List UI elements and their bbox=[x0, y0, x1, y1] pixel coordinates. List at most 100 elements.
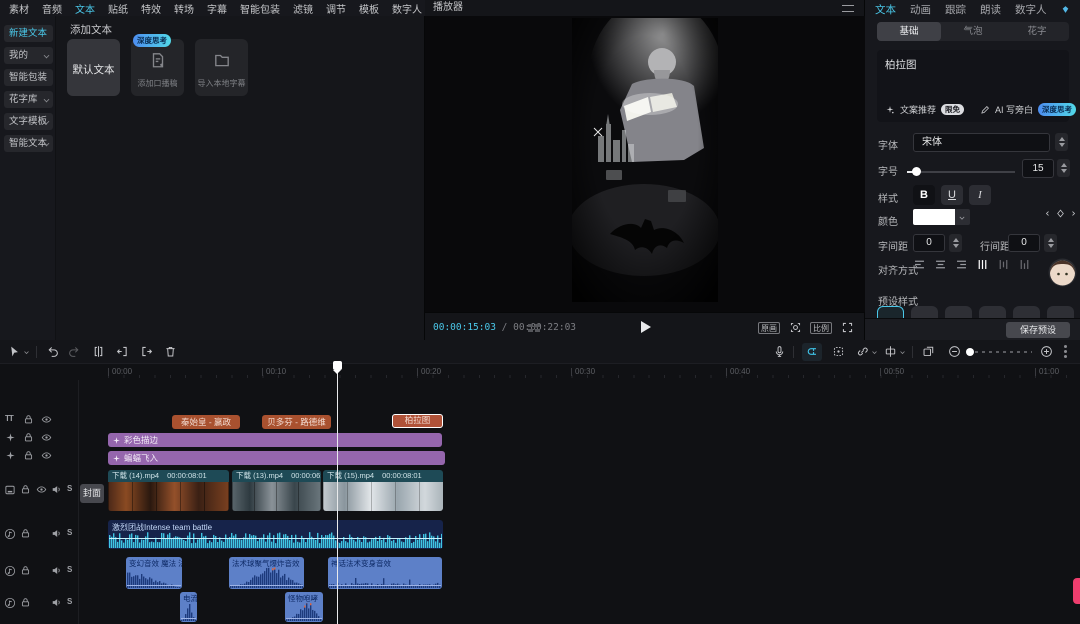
main-track-magnet-icon[interactable] bbox=[805, 345, 818, 358]
nav-new-text[interactable]: 新建文本 bbox=[4, 25, 53, 42]
menu-effects[interactable]: 特效 bbox=[141, 1, 161, 16]
subtab-fancy[interactable]: 花字 bbox=[1005, 22, 1069, 41]
redo-icon[interactable] bbox=[68, 345, 81, 358]
line-spacing-box[interactable]: 0 bbox=[1008, 234, 1040, 252]
tab-tracking[interactable]: 跟踪 bbox=[945, 2, 966, 17]
diamond-icon[interactable] bbox=[1056, 209, 1065, 218]
size-stepper[interactable] bbox=[1057, 159, 1070, 177]
tab-digital-human[interactable]: 数字人 bbox=[1015, 2, 1047, 17]
undo-icon[interactable] bbox=[46, 345, 59, 358]
subtab-bubble[interactable]: 气泡 bbox=[941, 22, 1005, 41]
letter-spacing-box[interactable]: 0 bbox=[913, 234, 945, 252]
valign-middle-icon[interactable] bbox=[997, 258, 1010, 271]
cover-button[interactable]: 封面 bbox=[80, 484, 104, 503]
sfx-clip[interactable]: 电流 bbox=[180, 592, 197, 622]
delete-icon[interactable] bbox=[164, 345, 177, 358]
auto-snap-icon[interactable] bbox=[832, 345, 845, 358]
video-clip[interactable]: 下载 (13).mp400:00:06:01 bbox=[232, 470, 321, 511]
eye-icon[interactable] bbox=[41, 450, 52, 461]
eye-icon[interactable] bbox=[36, 484, 47, 495]
tab-animation[interactable]: 动画 bbox=[910, 2, 931, 17]
sfx-clip[interactable]: 神话法术变身音效 bbox=[328, 557, 442, 589]
effect-clip[interactable]: 彩色描边 bbox=[108, 433, 442, 447]
bold-button[interactable]: B bbox=[913, 185, 935, 205]
subtab-basic[interactable]: 基础 bbox=[877, 22, 941, 41]
solo-button[interactable]: S bbox=[67, 484, 72, 493]
record-audio-icon[interactable] bbox=[773, 345, 786, 358]
lock-icon[interactable] bbox=[23, 450, 34, 461]
valign-top-icon[interactable] bbox=[976, 258, 989, 271]
next-style-icon[interactable] bbox=[1069, 209, 1078, 218]
sfx-clip[interactable]: 法术球聚气爆炸音效 bbox=[229, 557, 304, 589]
menu-text[interactable]: 文本 bbox=[75, 1, 95, 16]
text-clip[interactable]: 贝多芬 - 路德维 bbox=[262, 415, 331, 429]
nav-smart-text[interactable]: 智能文本 bbox=[4, 135, 53, 152]
lock-icon[interactable] bbox=[23, 432, 34, 443]
menu-transitions[interactable]: 转场 bbox=[174, 1, 194, 16]
quality-button[interactable]: 原画 bbox=[758, 322, 780, 334]
player-menu-icon[interactable] bbox=[842, 5, 854, 12]
menu-adjust[interactable]: 调节 bbox=[326, 1, 346, 16]
lock-icon[interactable] bbox=[20, 484, 31, 495]
ratio-button[interactable]: 比例 bbox=[810, 322, 832, 334]
import-subtitle-card[interactable]: 导入本地字幕 bbox=[195, 39, 248, 96]
zoom-out-icon[interactable] bbox=[948, 345, 961, 358]
speaker-icon[interactable] bbox=[51, 528, 62, 539]
segments-icon[interactable] bbox=[528, 324, 542, 332]
letter-spacing-stepper[interactable] bbox=[949, 234, 962, 252]
feedback-tab[interactable] bbox=[1073, 578, 1080, 604]
music-clip[interactable]: 激烈团战Intense team battle bbox=[108, 520, 443, 549]
save-preset-button[interactable]: 保存预设 bbox=[1006, 322, 1070, 338]
lock-icon[interactable] bbox=[23, 414, 34, 425]
menu-digital-human[interactable]: 数字人 bbox=[392, 1, 422, 16]
effect-clip[interactable]: 蝙蝠飞入 bbox=[108, 451, 445, 465]
size-value-box[interactable]: 15 bbox=[1022, 159, 1054, 178]
user-avatar[interactable] bbox=[1048, 258, 1077, 287]
video-clip[interactable]: 下载 (15).mp400:00:08:01 bbox=[323, 470, 443, 511]
menu-captions[interactable]: 字幕 bbox=[207, 1, 227, 16]
text-clip[interactable]: 秦始皇 - 嬴政 bbox=[172, 415, 240, 429]
delete-right-icon[interactable] bbox=[140, 345, 153, 358]
nav-text-template[interactable]: 文字模板 bbox=[4, 113, 53, 130]
player-viewport[interactable] bbox=[425, 16, 865, 312]
sfx-clip[interactable]: 变幻音效 魔法 法术 bbox=[126, 557, 182, 589]
sfx-clip[interactable]: 怪物咆哮 bbox=[285, 592, 323, 622]
delete-left-icon[interactable] bbox=[116, 345, 129, 358]
menu-smart-package[interactable]: 智能包装 bbox=[240, 1, 280, 16]
timeline-ruler[interactable]: 00:00 00:10 00:20 00:30 00:40 00:50 01:0… bbox=[0, 364, 1080, 380]
chevron-down-icon[interactable] bbox=[22, 348, 31, 357]
chevron-down-icon[interactable] bbox=[898, 348, 907, 357]
playhead[interactable] bbox=[333, 361, 342, 370]
zoom-in-icon[interactable] bbox=[1040, 345, 1053, 358]
align-right-icon[interactable] bbox=[955, 258, 968, 271]
timeline-settings-icon[interactable] bbox=[1064, 345, 1067, 358]
eye-icon[interactable] bbox=[41, 432, 52, 443]
valign-bottom-icon[interactable] bbox=[1018, 258, 1031, 271]
size-slider-track[interactable] bbox=[907, 171, 1015, 173]
nav-my[interactable]: 我的 bbox=[4, 47, 53, 64]
tab-text[interactable]: 文本 bbox=[875, 2, 896, 17]
speaker-icon[interactable] bbox=[51, 597, 62, 608]
tab-read-aloud[interactable]: 朗读 bbox=[980, 2, 1001, 17]
menu-audio[interactable]: 音频 bbox=[42, 1, 62, 16]
font-stepper[interactable] bbox=[1055, 133, 1068, 151]
speaker-icon[interactable] bbox=[51, 565, 62, 576]
color-dropdown[interactable] bbox=[955, 209, 970, 225]
nav-smart-package[interactable]: 智能包装 bbox=[4, 69, 53, 86]
lock-icon[interactable] bbox=[20, 597, 31, 608]
size-slider-knob[interactable] bbox=[912, 167, 921, 176]
font-select[interactable]: 宋体 bbox=[913, 133, 1050, 152]
chevron-down-icon[interactable] bbox=[870, 348, 879, 357]
solo-button[interactable]: S bbox=[67, 597, 72, 606]
italic-button[interactable]: I bbox=[969, 185, 991, 205]
timeline-zoom-slider[interactable] bbox=[968, 351, 1032, 353]
copy-recommend-button[interactable]: 文案推荐 bbox=[900, 103, 936, 116]
menu-sticker[interactable]: 贴纸 bbox=[108, 1, 128, 16]
nav-fancy-text[interactable]: 花字库 bbox=[4, 91, 53, 108]
speaker-icon[interactable] bbox=[51, 484, 62, 495]
focus-icon[interactable] bbox=[789, 321, 802, 334]
menu-filters[interactable]: 滤镜 bbox=[293, 1, 313, 16]
lock-icon[interactable] bbox=[20, 565, 31, 576]
solo-button[interactable]: S bbox=[67, 528, 72, 537]
align-left-icon[interactable] bbox=[913, 258, 926, 271]
